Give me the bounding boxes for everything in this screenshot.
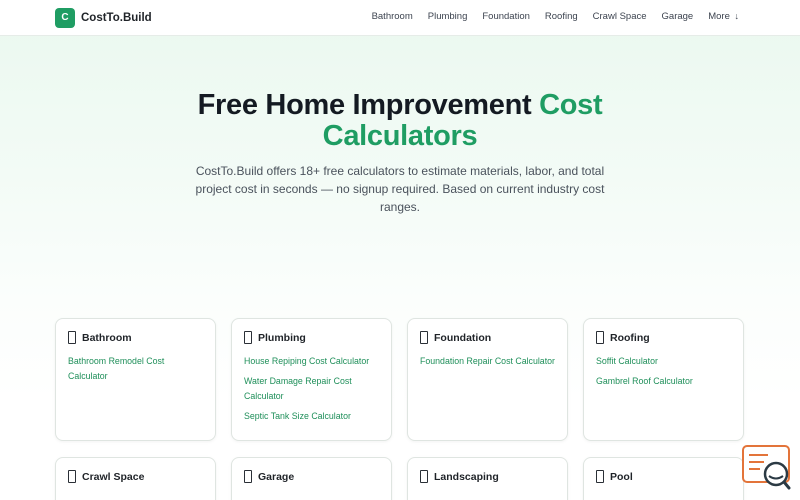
category-card-landscaping: Landscaping	[407, 457, 568, 500]
brand-name: CostTo.Build	[81, 11, 152, 24]
title-accent-cost: Cost	[539, 89, 603, 121]
page-title: Free Home Improvement Cost Calculators	[0, 90, 800, 152]
pool-icon	[596, 470, 604, 483]
card-title: Pool	[610, 470, 633, 483]
card-title: Landscaping	[434, 470, 499, 483]
calculator-link[interactable]: Water Damage Repair Cost Calculator	[244, 374, 379, 404]
nav-item-bathroom[interactable]: Bathroom	[372, 11, 413, 22]
title-accent-calculators: Calculators	[322, 120, 478, 152]
plumbing-icon	[244, 331, 252, 344]
chat-support-button[interactable]	[742, 445, 792, 490]
card-title: Plumbing	[258, 331, 306, 344]
arrow-down-icon: ↓	[734, 11, 740, 21]
nav-item-more[interactable]: More ↓	[708, 11, 739, 22]
calculator-link[interactable]: Soffit Calculator	[596, 354, 731, 369]
chat-support-icon	[742, 445, 791, 490]
calculator-link[interactable]: Gambrel Roof Calculator	[596, 374, 731, 389]
foundation-icon	[420, 331, 428, 344]
calculator-link[interactable]: House Repiping Cost Calculator	[244, 354, 379, 369]
nav-item-plumbing[interactable]: Plumbing	[428, 11, 468, 22]
nav-more-label: More	[708, 11, 730, 22]
calculator-link[interactable]: Bathroom Remodel Cost Calculator	[68, 354, 203, 384]
nav-item-crawl-space[interactable]: Crawl Space	[593, 11, 647, 22]
nav-item-garage[interactable]: Garage	[662, 11, 694, 22]
category-card-roofing: Roofing Soffit Calculator Gambrel Roof C…	[583, 318, 744, 441]
main-nav: Bathroom Plumbing Foundation Roofing Cra…	[372, 11, 739, 22]
brand-logo-icon: C	[55, 7, 75, 28]
calculator-link[interactable]: Foundation Repair Cost Calculator	[420, 354, 555, 369]
card-title: Crawl Space	[82, 470, 145, 483]
category-card-crawl-space: Crawl Space	[55, 457, 216, 500]
card-title: Bathroom	[82, 331, 132, 344]
crawl-space-icon	[68, 470, 76, 483]
hero-section: Free Home Improvement Cost Calculators C…	[0, 90, 800, 216]
category-card-plumbing: Plumbing House Repiping Cost Calculator …	[231, 318, 392, 441]
roofing-icon	[596, 331, 604, 344]
garage-icon	[244, 470, 252, 483]
card-title: Garage	[258, 470, 295, 483]
landscaping-icon	[420, 470, 428, 483]
category-card-pool: Pool	[583, 457, 744, 500]
calculator-link[interactable]: Septic Tank Size Calculator	[244, 409, 379, 424]
category-card-garage: Garage	[231, 457, 392, 500]
site-header: C CostTo.Build Bathroom Plumbing Foundat…	[0, 0, 800, 36]
brand-logo-link[interactable]: C CostTo.Build	[55, 7, 152, 28]
category-card-foundation: Foundation Foundation Repair Cost Calcul…	[407, 318, 568, 441]
card-title: Roofing	[610, 331, 650, 344]
hero-subtitle: CostTo.Build offers 18+ free calculators…	[195, 164, 605, 214]
nav-item-roofing[interactable]: Roofing	[545, 11, 578, 22]
card-title: Foundation	[434, 331, 492, 344]
category-card-bathroom: Bathroom Bathroom Remodel Cost Calculato…	[55, 318, 216, 441]
nav-item-foundation[interactable]: Foundation	[482, 11, 530, 22]
title-main: Free Home Improvement	[197, 89, 532, 121]
bathroom-icon	[68, 331, 76, 344]
